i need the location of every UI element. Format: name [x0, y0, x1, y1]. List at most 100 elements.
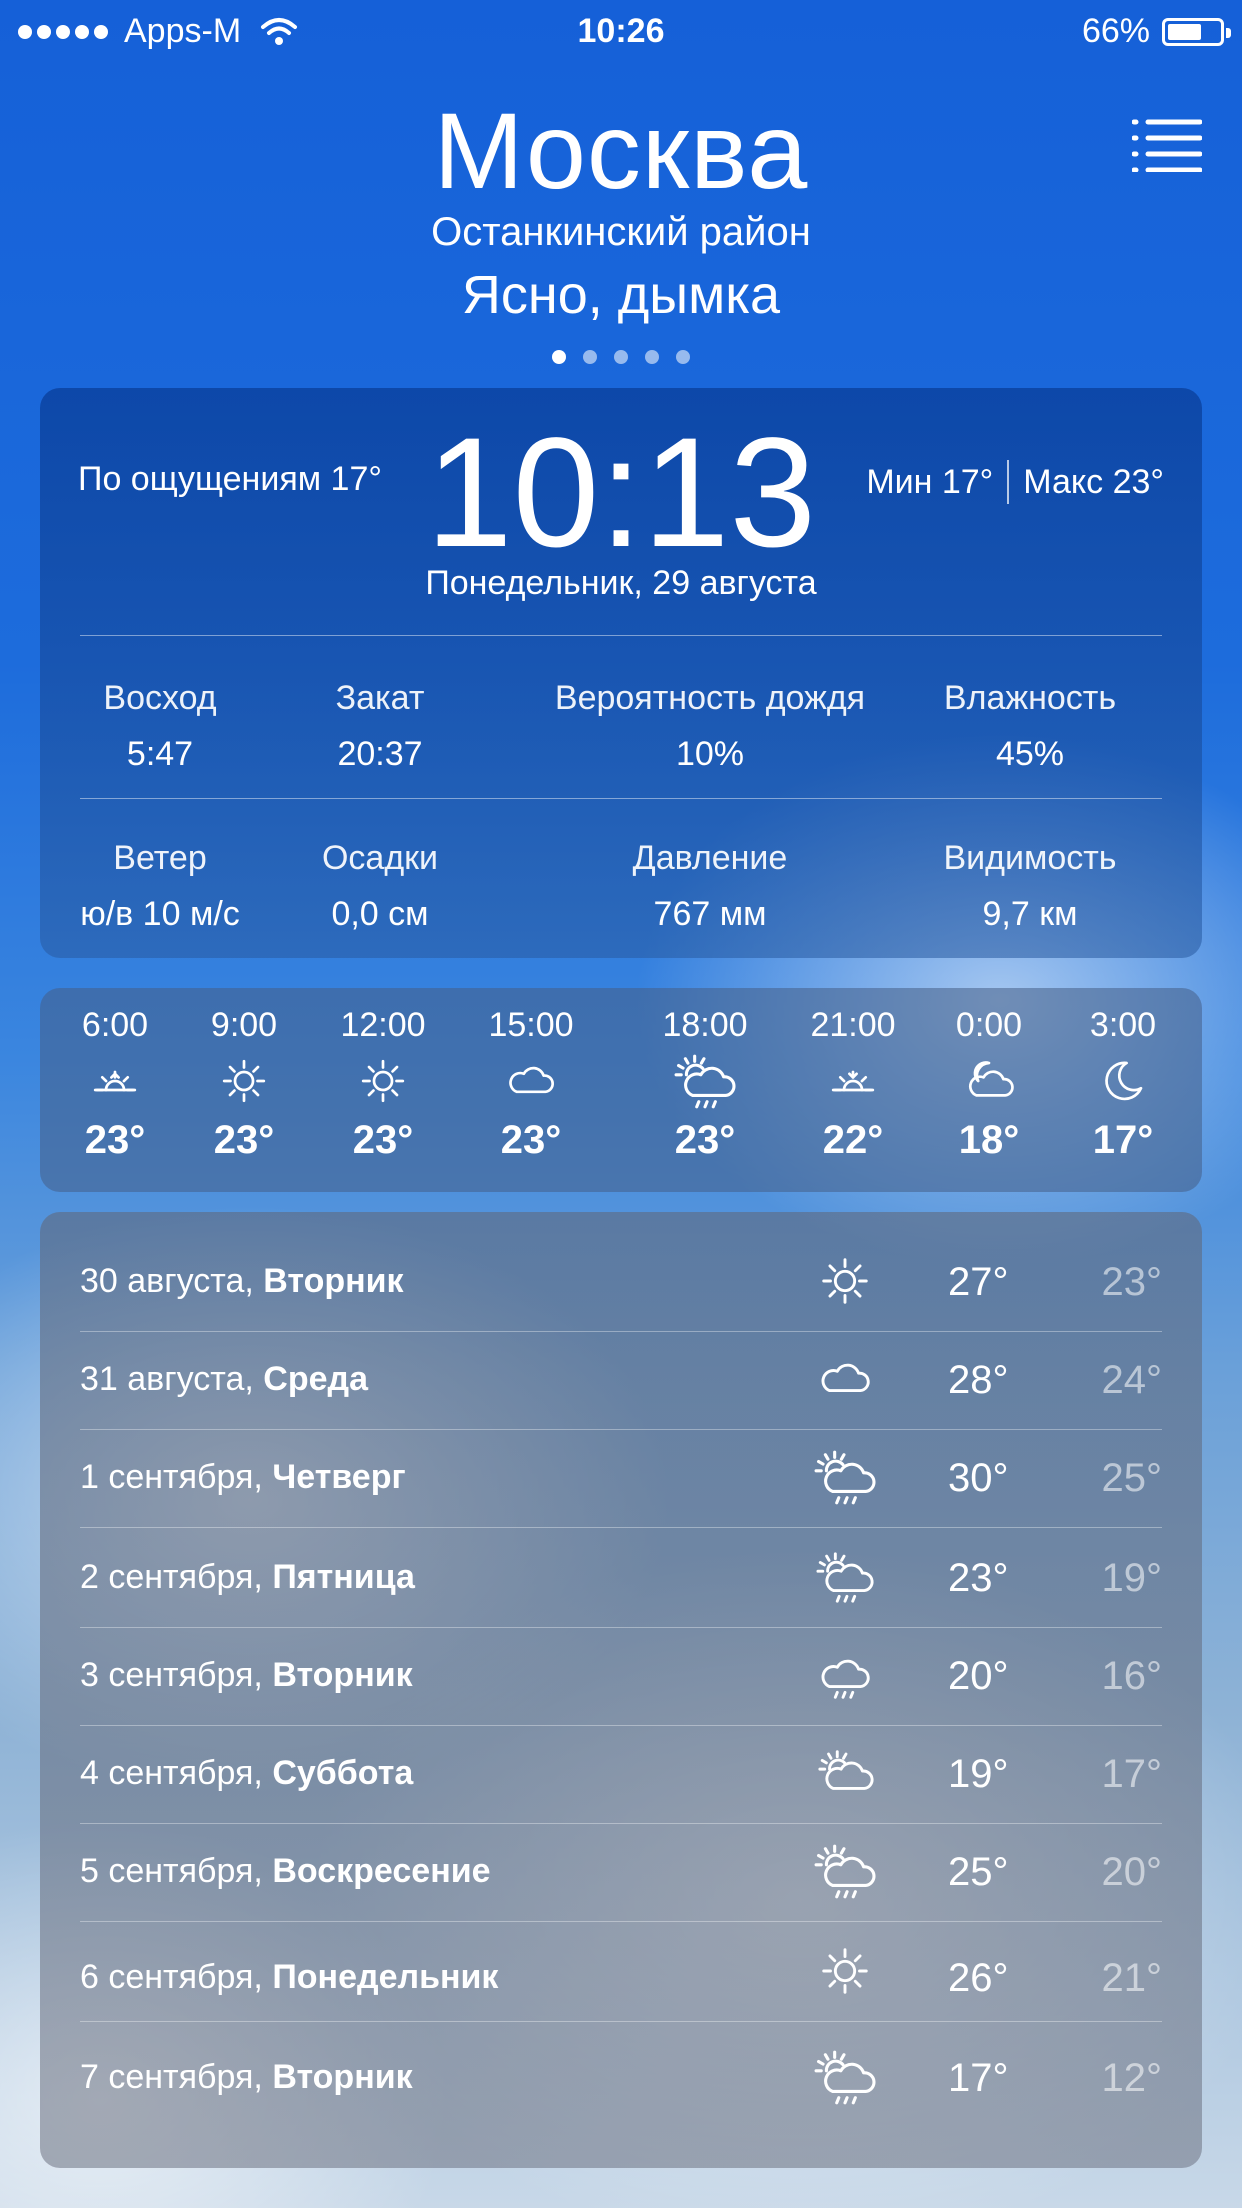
day-name: 6 сентября, Понедельник: [80, 1958, 499, 1996]
day-name: 1 сентября, Четверг: [80, 1458, 406, 1496]
hourly-item: 18:00 23°: [650, 1006, 760, 1163]
divider: [80, 798, 1162, 799]
daily-row[interactable]: 2 сентября, Пятница 23° 19°: [80, 1530, 1162, 1628]
status-right: 66%: [1081, 12, 1231, 51]
stat-value: 20:37: [337, 735, 423, 773]
divider: [80, 635, 1162, 636]
day-max-temperature: 30°: [948, 1456, 1009, 1500]
moon-icon: [1068, 1050, 1178, 1112]
daily-row[interactable]: 1 сентября, Четверг 30° 25°: [80, 1430, 1162, 1528]
day-max-temperature: 17°: [948, 2056, 1009, 2100]
stat-humidity: Влажность 45%: [920, 670, 1140, 782]
day-name: 2 сентября, Пятница: [80, 1558, 415, 1596]
day-name: 4 сентября, Суббота: [80, 1754, 414, 1792]
day-max-temperature: 27°: [948, 1260, 1009, 1304]
hourly-item: 15:00 23°: [476, 1006, 586, 1163]
page-dot[interactable]: [614, 350, 628, 364]
daily-forecast[interactable]: 30 августа, Вторник 27° 23° 31 августа, …: [40, 1212, 1202, 2168]
stat-value: 45%: [995, 735, 1065, 773]
hour-temperature: 22°: [822, 1118, 884, 1162]
day-max-temperature: 26°: [948, 1956, 1009, 2000]
stat-pressure: Давление 767 мм: [600, 830, 820, 942]
divider: [80, 1921, 1162, 1922]
day-min-temperature: 21°: [1101, 1956, 1163, 2000]
cloud-rain-icon: [810, 1640, 880, 1710]
stat-label: Влажность: [943, 679, 1117, 717]
stat-wind: Ветер ю/в 10 м/с: [60, 830, 260, 942]
weather-condition: Ясно, дымка: [461, 265, 781, 325]
city-name: Москва: [433, 90, 809, 211]
hour-temperature: 23°: [84, 1118, 146, 1162]
hour-time: 3:00: [1089, 1006, 1157, 1044]
stat-sunrise: Восход 5:47: [70, 670, 250, 782]
day-name: 3 сентября, Вторник: [80, 1656, 413, 1694]
list-menu-icon[interactable]: [1132, 118, 1202, 172]
hourly-forecast[interactable]: 6:00 23° 9:00 23° 12:00 23° 15:00 23° 18…: [40, 988, 1202, 1192]
divider: [80, 1527, 1162, 1528]
stat-value: 0,0 см: [331, 895, 429, 933]
hour-time: 12:00: [340, 1006, 426, 1044]
stat-value: 767 мм: [653, 895, 767, 933]
daily-row[interactable]: 31 августа, Среда 28° 24°: [80, 1332, 1162, 1430]
page-indicator[interactable]: [0, 350, 1242, 364]
page-dot[interactable]: [645, 350, 659, 364]
hourly-item: 3:00 17°: [1068, 1006, 1178, 1163]
moon-cloud-icon: [934, 1050, 1044, 1112]
cloud-icon: [810, 1344, 880, 1414]
stat-precipitation: Осадки 0,0 см: [290, 830, 470, 942]
daily-row[interactable]: 3 сентября, Вторник 20° 16°: [80, 1628, 1162, 1726]
day-min-temperature: 12°: [1101, 2056, 1163, 2100]
sun-icon: [810, 1936, 880, 2006]
daily-row[interactable]: 6 сентября, Понедельник 26° 21°: [80, 1924, 1162, 2022]
hour-time: 9:00: [210, 1006, 278, 1044]
hour-temperature: 23°: [213, 1118, 275, 1162]
stat-value: 5:47: [126, 735, 194, 773]
day-max-temperature: 23°: [948, 1556, 1009, 1600]
min-max-temperature: Мин 17° Макс 23°: [866, 460, 1164, 504]
sun-icon: [189, 1050, 299, 1112]
day-min-temperature: 16°: [1101, 1654, 1163, 1698]
battery-icon: [1162, 17, 1231, 46]
min-temperature: Мин 17°: [866, 462, 994, 501]
day-min-temperature: 24°: [1101, 1358, 1163, 1402]
stat-rain-chance: Вероятность дождя 10%: [530, 670, 890, 782]
day-min-temperature: 23°: [1101, 1260, 1163, 1304]
hour-temperature: 17°: [1092, 1118, 1154, 1162]
stat-label: Осадки: [321, 839, 439, 877]
divider: [80, 2021, 1162, 2022]
daily-row[interactable]: 7 сентября, Вторник 17° 12°: [80, 2030, 1162, 2128]
hourly-item: 6:00 23°: [60, 1006, 170, 1163]
hourly-item: 21:00 22°: [798, 1006, 908, 1163]
page-dot[interactable]: [676, 350, 690, 364]
stat-label: Давление: [632, 839, 788, 877]
current-date: Понедельник, 29 августа: [425, 564, 817, 602]
day-max-temperature: 28°: [948, 1358, 1009, 1402]
stat-value: 10%: [675, 735, 745, 773]
battery-percent: 66%: [1081, 12, 1150, 50]
sunrise-icon: [60, 1050, 170, 1112]
stat-label: Видимость: [943, 839, 1117, 877]
sun-cloud-rain-icon: [650, 1050, 760, 1112]
daily-row[interactable]: 30 августа, Вторник 27° 23°: [80, 1234, 1162, 1332]
day-name: 30 августа, Вторник: [80, 1262, 404, 1300]
day-max-temperature: 20°: [948, 1654, 1009, 1698]
daily-row[interactable]: 4 сентября, Суббота 19° 17°: [80, 1726, 1162, 1824]
day-max-temperature: 25°: [948, 1850, 1009, 1894]
sun-cloud-rain-icon: [810, 2042, 880, 2112]
daily-row[interactable]: 5 сентября, Воскресение 25° 20°: [80, 1824, 1162, 1922]
day-name: 5 сентября, Воскресение: [80, 1852, 491, 1890]
day-min-temperature: 20°: [1101, 1850, 1163, 1894]
hour-time: 18:00: [662, 1006, 748, 1044]
stat-label: Закат: [335, 679, 425, 717]
hour-time: 0:00: [955, 1006, 1023, 1044]
page-dot[interactable]: [552, 350, 566, 364]
day-min-temperature: 25°: [1101, 1456, 1163, 1500]
sun-icon: [328, 1050, 438, 1112]
day-min-temperature: 17°: [1101, 1752, 1163, 1796]
page-dot[interactable]: [583, 350, 597, 364]
divider: [1007, 460, 1010, 504]
day-name: 7 сентября, Вторник: [80, 2058, 413, 2096]
sunset-icon: [798, 1050, 908, 1112]
district-name: Останкинский район: [431, 210, 811, 254]
hourly-item: 12:00 23°: [328, 1006, 438, 1163]
